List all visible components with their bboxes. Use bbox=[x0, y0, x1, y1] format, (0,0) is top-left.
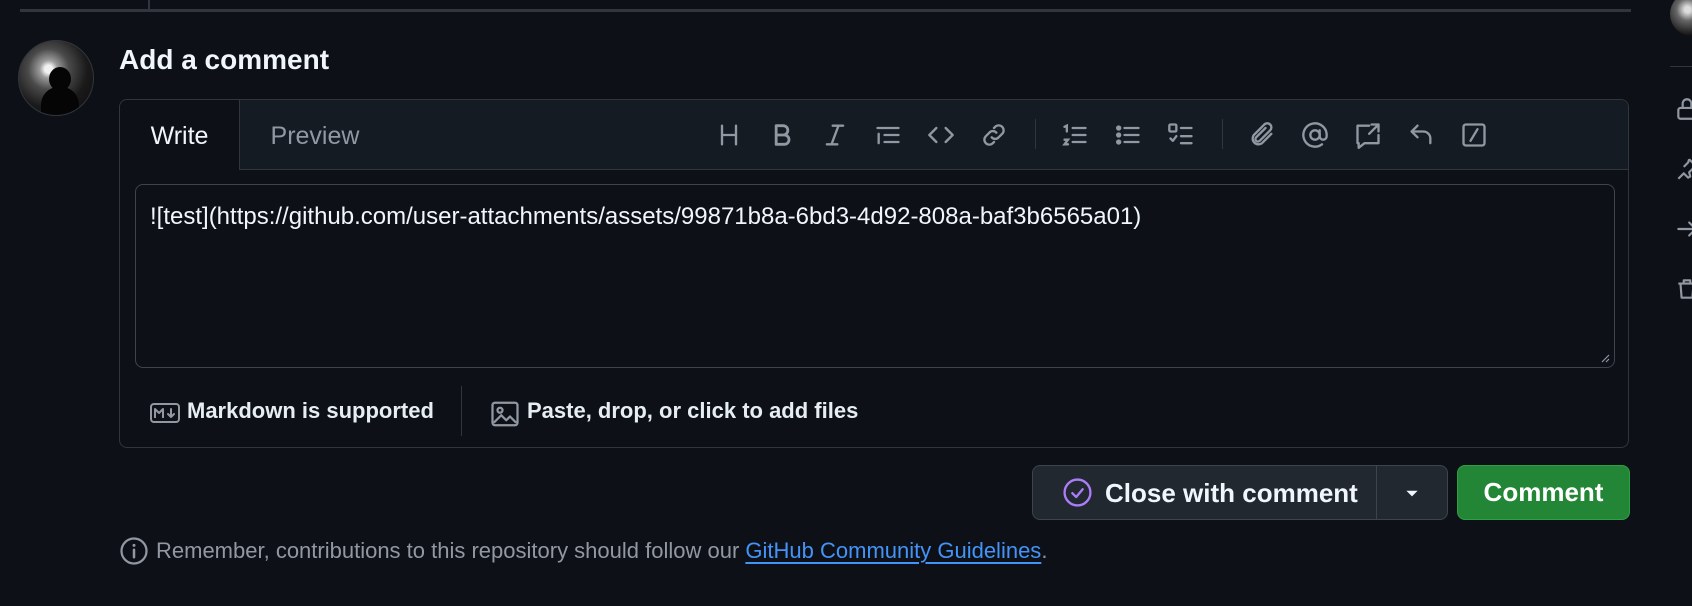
guidelines-suffix: . bbox=[1041, 538, 1048, 563]
avatar-figure-body bbox=[41, 87, 79, 115]
close-with-comment-group: Close with comment bbox=[1032, 465, 1448, 520]
triangle-down-icon bbox=[1406, 490, 1418, 496]
close-options-dropdown[interactable] bbox=[1377, 466, 1447, 519]
resize-handle-icon[interactable] bbox=[1600, 353, 1610, 363]
guidelines-note: Remember, contributions to this reposito… bbox=[119, 536, 1047, 566]
unordered-list-icon[interactable] bbox=[1110, 117, 1146, 153]
tab-preview[interactable]: Preview bbox=[240, 100, 390, 169]
info-icon bbox=[120, 537, 148, 565]
mention-icon[interactable] bbox=[1297, 117, 1333, 153]
textarea-value: ![test](https://github.com/user-attachme… bbox=[150, 203, 1142, 230]
comment-heading: Add a comment bbox=[119, 44, 330, 75]
comment-textarea[interactable]: ![test](https://github.com/user-attachme… bbox=[135, 184, 1615, 368]
image-icon bbox=[491, 401, 519, 427]
right-sidebar bbox=[1660, 0, 1692, 606]
footer-separator bbox=[461, 386, 462, 436]
avatar[interactable] bbox=[18, 40, 94, 116]
editor-footer: Markdown is supported Paste, drop, or cl… bbox=[120, 368, 1628, 448]
markdown-supported-note[interactable]: Markdown is supported bbox=[187, 398, 434, 424]
pin-icon[interactable] bbox=[1674, 156, 1692, 182]
code-icon[interactable] bbox=[923, 117, 959, 153]
transfer-icon[interactable] bbox=[1674, 216, 1692, 242]
tab-write[interactable]: Write bbox=[120, 100, 240, 170]
reference-icon[interactable] bbox=[1350, 117, 1386, 153]
ordered-list-icon[interactable] bbox=[1057, 117, 1093, 153]
toolbar-separator bbox=[1222, 119, 1223, 149]
timeline-divider bbox=[20, 9, 1631, 12]
guidelines-prefix: Remember, contributions to this reposito… bbox=[156, 538, 746, 563]
close-with-comment-button[interactable]: Close with comment bbox=[1033, 466, 1376, 519]
comment-editor: Write Preview ![test](https://github.com… bbox=[119, 99, 1629, 448]
participant-avatar[interactable] bbox=[1670, 0, 1692, 36]
check-circle-icon bbox=[1063, 478, 1092, 507]
lock-icon[interactable] bbox=[1674, 96, 1692, 122]
attach-icon[interactable] bbox=[1244, 117, 1280, 153]
quote-icon[interactable] bbox=[870, 117, 906, 153]
community-guidelines-link[interactable]: GitHub Community Guidelines bbox=[745, 538, 1041, 564]
task-list-icon[interactable] bbox=[1163, 117, 1199, 153]
trash-icon[interactable] bbox=[1674, 276, 1692, 302]
toolbar-separator bbox=[1035, 119, 1036, 149]
editor-tabbar: Write Preview bbox=[120, 100, 1628, 170]
italic-icon[interactable] bbox=[817, 117, 853, 153]
saved-replies-icon[interactable] bbox=[1403, 117, 1439, 153]
link-icon[interactable] bbox=[976, 117, 1012, 153]
bold-icon[interactable] bbox=[764, 117, 800, 153]
slash-commands-icon[interactable] bbox=[1456, 117, 1492, 153]
heading-icon[interactable] bbox=[711, 117, 747, 153]
comment-button[interactable]: Comment bbox=[1457, 465, 1630, 520]
sidebar-divider bbox=[1670, 66, 1692, 67]
attach-files-button[interactable]: Paste, drop, or click to add files bbox=[527, 398, 858, 424]
timeline-tick bbox=[148, 0, 150, 10]
markdown-icon bbox=[150, 403, 180, 423]
close-with-comment-label: Close with comment bbox=[1105, 478, 1358, 508]
